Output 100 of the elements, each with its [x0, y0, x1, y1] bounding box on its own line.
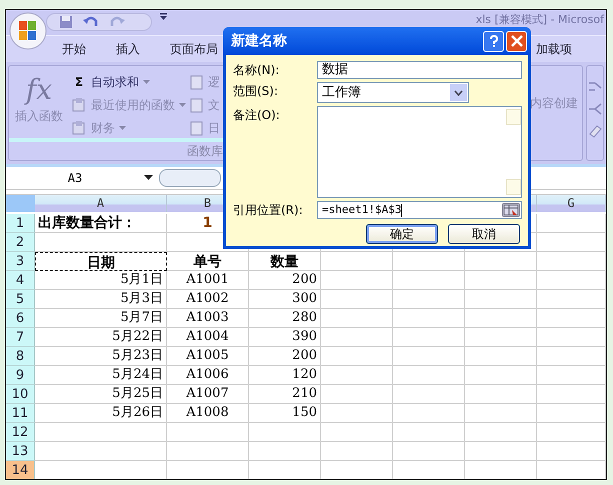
customize-caret-icon[interactable]	[160, 13, 167, 21]
table-cell	[321, 442, 393, 461]
undo-icon[interactable]	[83, 15, 99, 29]
table-cell	[393, 423, 465, 442]
row-header[interactable]: 4	[6, 271, 35, 290]
table-cell	[537, 385, 606, 404]
table-cell	[537, 347, 606, 366]
table-cell: 5月3日	[35, 290, 167, 309]
table-cell: A1003	[167, 309, 249, 328]
formula-bar-handle[interactable]	[159, 169, 221, 187]
table-cell	[393, 252, 465, 271]
table-cell	[465, 347, 537, 366]
dialog-button[interactable]: 取消	[448, 224, 520, 244]
row-header[interactable]: 10	[6, 385, 35, 404]
trace-icon[interactable]	[587, 80, 603, 94]
ribbon-tab[interactable]: 插入	[114, 40, 142, 58]
table-cell: 5月25日	[35, 385, 167, 404]
ribbon-tab[interactable]: 开始	[60, 40, 88, 58]
table-cell: 300	[249, 290, 321, 309]
function-icon	[190, 97, 204, 113]
reference-field[interactable]: =sheet1!$A$3	[317, 201, 522, 219]
trace-icon[interactable]	[587, 102, 603, 116]
row-header[interactable]: 12	[6, 423, 35, 442]
table-cell	[537, 366, 606, 385]
row-header[interactable]: 2	[6, 233, 35, 252]
row-header[interactable]: 3	[6, 252, 35, 271]
close-button[interactable]	[506, 30, 527, 52]
dialog-title: 新建名称	[231, 32, 287, 50]
ribbon-tab[interactable]: 页面布局	[168, 40, 220, 58]
field-label: 范围(S):	[233, 83, 280, 100]
table-cell: 5月1日	[35, 271, 167, 290]
table-cell: 5月24日	[35, 366, 167, 385]
table-cell: A1007	[167, 385, 249, 404]
eraser-icon[interactable]	[587, 124, 603, 138]
group-label: 函数库	[187, 142, 223, 160]
dialog-button[interactable]: 确定	[366, 224, 438, 244]
table-cell: 390	[249, 328, 321, 347]
name-box[interactable]: A3	[6, 171, 144, 185]
dropdown-button[interactable]	[450, 84, 467, 101]
column-header[interactable]: G	[537, 195, 606, 212]
help-button[interactable]	[483, 30, 504, 52]
table-cell: 200	[249, 271, 321, 290]
table-cell	[537, 328, 606, 347]
save-icon[interactable]	[59, 15, 73, 29]
table-cell: 280	[249, 309, 321, 328]
table-cell: A1006	[167, 366, 249, 385]
function-icon	[190, 120, 204, 136]
table-cell	[321, 423, 393, 442]
table-cell	[537, 309, 606, 328]
table-cell	[393, 347, 465, 366]
table-cell: 5月7日	[35, 309, 167, 328]
range-picker-icon	[503, 204, 519, 216]
table-cell	[249, 423, 321, 442]
table-cell: 120	[249, 366, 321, 385]
table-cell	[537, 442, 606, 461]
function-icon	[190, 74, 204, 90]
table-cell	[537, 271, 606, 290]
table-cell	[321, 252, 393, 271]
table-cell	[465, 328, 537, 347]
row-header[interactable]: 8	[6, 347, 35, 366]
chevron-icon	[454, 90, 463, 96]
table-cell	[321, 290, 393, 309]
table-cell	[393, 404, 465, 423]
row-header[interactable]: 5	[6, 290, 35, 309]
table-cell	[321, 309, 393, 328]
table-cell	[321, 328, 393, 347]
row-header[interactable]: 1	[6, 214, 35, 233]
dropdown-arrow-icon[interactable]	[144, 175, 153, 181]
table-cell: A1008	[167, 404, 249, 423]
row-header[interactable]: 6	[6, 309, 35, 328]
scope-dropdown[interactable]: 工作簿	[317, 82, 469, 103]
row-header[interactable]: 7	[6, 328, 35, 347]
row-header[interactable]: 9	[6, 366, 35, 385]
table-cell: A1002	[167, 290, 249, 309]
ribbon-command[interactable]: Σ 自动求和	[71, 72, 186, 92]
collapse-dialog-button[interactable]	[502, 203, 520, 217]
table-cell	[537, 290, 606, 309]
table-cell: 210	[249, 385, 321, 404]
table-cell	[321, 347, 393, 366]
table-cell: 5月22日	[35, 328, 167, 347]
table-cell	[465, 309, 537, 328]
row-header[interactable]: 14	[6, 461, 35, 479]
table-cell: 5月26日	[35, 404, 167, 423]
name-field[interactable]: 数据	[317, 61, 522, 79]
row-header[interactable]: 13	[6, 442, 35, 461]
table-cell: A1004	[167, 328, 249, 347]
table-cell: 出库数量合计：	[35, 214, 167, 233]
column-header[interactable]: A	[35, 195, 167, 212]
table-cell	[465, 290, 537, 309]
table-cell: 单号	[167, 252, 249, 271]
ribbon-tab[interactable]: 加载项	[534, 40, 574, 58]
table-cell	[393, 328, 465, 347]
office-logo-icon[interactable]	[9, 12, 47, 50]
row-header[interactable]: 11	[6, 404, 35, 423]
redo-icon[interactable]	[109, 15, 125, 29]
table-cell: A1005	[167, 347, 249, 366]
table-cell: 200	[249, 347, 321, 366]
table-cell	[393, 385, 465, 404]
table-cell: 150	[249, 404, 321, 423]
table-cell	[393, 271, 465, 290]
